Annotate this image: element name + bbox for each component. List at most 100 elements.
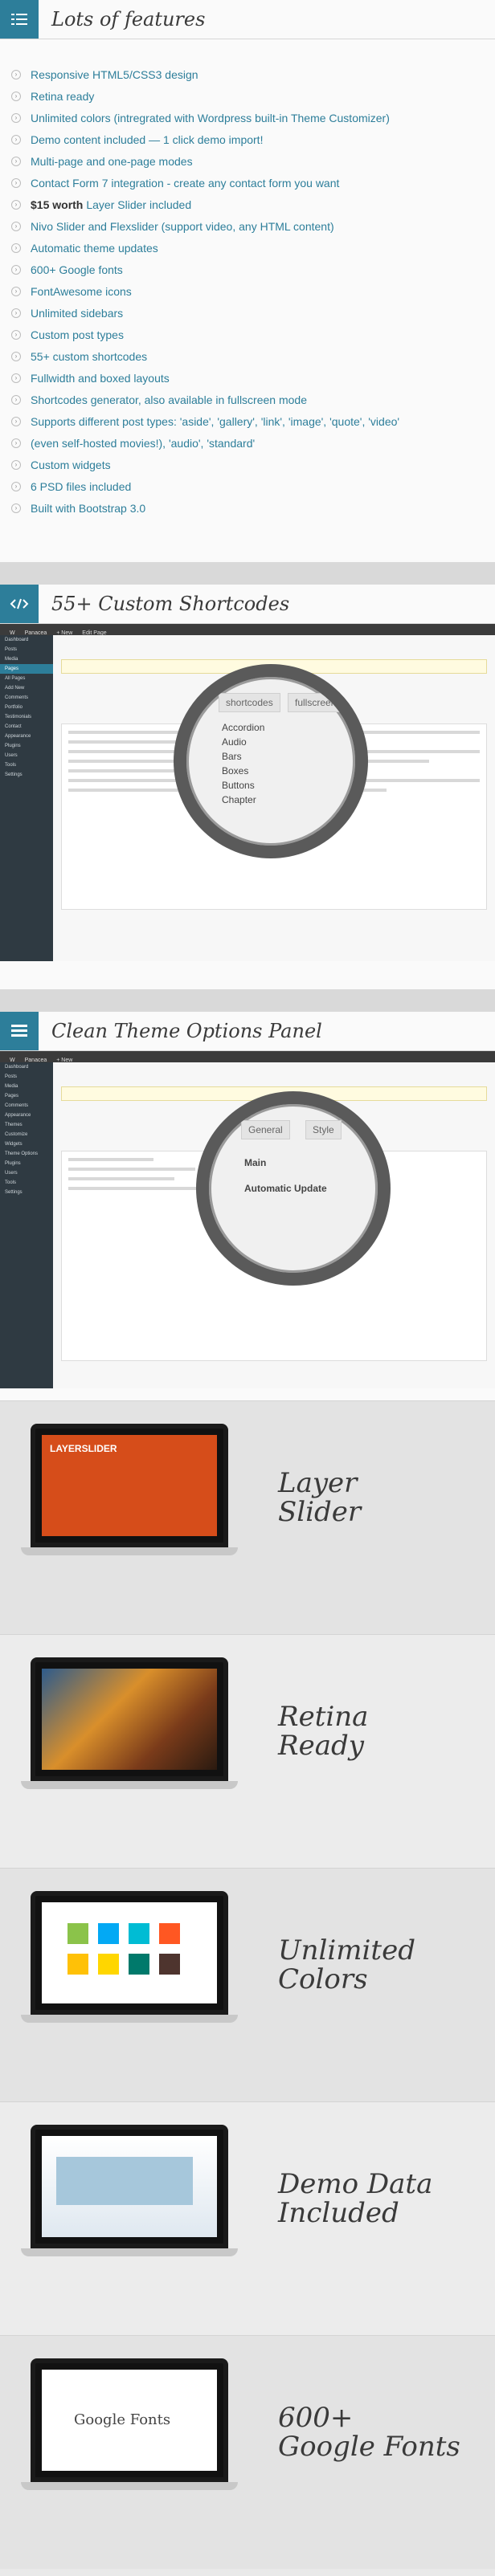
promo-title: Unlimited Colors xyxy=(278,1936,415,1994)
options-header: Clean Theme Options Panel xyxy=(0,1012,495,1051)
feature-item: › $15 worth Layer Slider included xyxy=(11,194,495,215)
demo-hero xyxy=(56,2157,193,2205)
promo-title-line1: Retina xyxy=(278,1701,369,1733)
options-item[interactable]: Main xyxy=(209,1154,378,1168)
promo-title-line2: Ready xyxy=(278,1730,364,1762)
bullet-icon: › xyxy=(11,308,21,318)
bullet-icon: › xyxy=(11,156,21,166)
bullet-icon: › xyxy=(11,416,21,426)
magnifier-inner: shortcodes fullscreen Accordion Audio Ba… xyxy=(186,677,355,846)
feature-text: Responsive HTML5/CSS3 design xyxy=(31,67,198,81)
promo-title-line1: Demo Data xyxy=(278,2168,433,2200)
bullet-icon: › xyxy=(11,264,21,275)
shortcode-item[interactable]: Accordion xyxy=(186,719,355,733)
feature-item: › Built with Bootstrap 3.0 xyxy=(11,497,495,519)
features-title: Lots of features xyxy=(51,8,206,31)
laptop-screen xyxy=(31,2125,228,2248)
feature-text: Retina ready xyxy=(31,89,95,103)
feature-item: › Multi-page and one-page modes xyxy=(11,150,495,172)
feature-text: Supports different post types: 'aside', … xyxy=(31,414,400,428)
bullet-icon: › xyxy=(11,438,21,448)
shortcode-item[interactable]: Chapter xyxy=(186,791,355,805)
feature-item: › Responsive HTML5/CSS3 design xyxy=(11,63,495,85)
laptop-screen: Google Fonts xyxy=(31,2358,228,2482)
feature-text: Unlimited colors (intregrated with Wordp… xyxy=(31,111,390,124)
magnifier-inner: General Style Main Automatic Update xyxy=(209,1104,378,1273)
promo-title-line2: Google Fonts xyxy=(278,2431,460,2463)
color-swatch xyxy=(129,1954,149,1975)
bullet-icon: › xyxy=(11,243,21,253)
bullet-icon: › xyxy=(11,134,21,145)
promo-section: Unlimited Colors xyxy=(0,1868,495,2101)
bullet-icon: › xyxy=(11,199,21,210)
wp-admin-sidebar: Dashboard Posts Media Pages All Pages Add New… xyxy=(0,635,53,961)
feature-item: › FontAwesome icons xyxy=(11,280,495,302)
shortcodes-section: 55+ Custom Shortcodes W Panacea + New Edit … xyxy=(0,585,495,989)
bullet-icon: › xyxy=(11,69,21,79)
bullet-icon: › xyxy=(11,177,21,188)
laptop: LAYERSLIDER xyxy=(21,1424,238,1555)
feature-item: › Unlimited colors (intregrated with Word… xyxy=(11,107,495,128)
options-title: Clean Theme Options Panel xyxy=(51,1020,322,1042)
feature-text: Unlimited sidebars xyxy=(31,306,124,320)
style-tab[interactable]: Style xyxy=(305,1120,342,1139)
options-item[interactable]: Automatic Update xyxy=(209,1168,378,1194)
shortcodes-title: 55+ Custom Shortcodes xyxy=(51,593,290,615)
fullscreen-tab[interactable]: fullscreen xyxy=(288,693,344,712)
options-section: Clean Theme Options Panel W Panacea + New … xyxy=(0,1012,495,1400)
section-gap xyxy=(0,562,495,585)
bullet-icon: › xyxy=(11,286,21,296)
feature-item: › Custom widgets xyxy=(11,454,495,475)
feature-text: Custom widgets xyxy=(31,458,111,471)
feature-prefix: $15 worth xyxy=(31,198,84,211)
wp-editor-screenshot: W Panacea + New Edit Page Dashboard Posts Med… xyxy=(0,624,495,961)
feature-item: › Shortcodes generator, also available in… xyxy=(11,389,495,410)
shortcode-item[interactable]: Buttons xyxy=(186,776,355,791)
color-swatch xyxy=(98,1954,119,1975)
list-icon xyxy=(0,0,39,39)
display xyxy=(42,1902,217,2003)
bullet-icon: › xyxy=(11,112,21,123)
laptop xyxy=(21,1891,238,2023)
shortcode-item[interactable]: Boxes xyxy=(186,762,355,776)
feature-item: › Automatic theme updates xyxy=(11,237,495,259)
promo-section: Retina Ready xyxy=(0,1634,495,1868)
wp-admin-sidebar: Dashboard Posts Media Pages Comments Appearan… xyxy=(0,1062,53,1388)
feature-item: › 55+ custom shortcodes xyxy=(11,345,495,367)
feature-text: Layer Slider included xyxy=(86,198,192,211)
promo-title-line2: Colors xyxy=(278,1963,368,1995)
google-fonts-logo: Google Fonts xyxy=(74,2411,171,2428)
laptop-base xyxy=(21,2482,238,2490)
feature-text: Nivo Slider and Flexslider (support vide… xyxy=(31,219,334,233)
feature-item: › Nivo Slider and Flexslider (support vid… xyxy=(11,215,495,237)
shortcodes-screenshot: W Panacea + New Edit Page Dashboard Posts Med… xyxy=(0,624,495,961)
section-gap xyxy=(0,989,495,1012)
feature-text: Multi-page and one-page modes xyxy=(31,154,193,168)
laptop-screen xyxy=(31,1657,228,1781)
shortcode-item[interactable]: Bars xyxy=(186,748,355,762)
bullet-icon: › xyxy=(11,459,21,470)
feature-item: › 600+ Google fonts xyxy=(11,259,495,280)
feature-item: › Contact Form 7 integration - create any… xyxy=(11,172,495,194)
laptop-base xyxy=(21,1781,238,1789)
layer-slider-label: LAYERSLIDER xyxy=(50,1443,117,1454)
color-swatch xyxy=(68,1954,88,1975)
wp-options-screenshot: W Panacea + New Dashboard Posts Media Pages Co… xyxy=(0,1051,495,1388)
bullet-icon: › xyxy=(11,329,21,340)
features-header: Lots of features xyxy=(0,0,495,39)
general-tab[interactable]: General xyxy=(241,1120,290,1139)
promo-title-line1: 600+ xyxy=(278,2402,354,2434)
laptop: Google Fonts xyxy=(21,2358,238,2490)
feature-item: › Demo content included — 1 click demo im… xyxy=(11,128,495,150)
shortcode-item[interactable]: Audio xyxy=(186,733,355,748)
color-swatch xyxy=(98,1923,119,1944)
feature-text: 6 PSD files included xyxy=(31,479,132,493)
color-swatch xyxy=(159,1923,180,1944)
promos: LAYERSLIDER Layer Slider Retina Ready Unlimit… xyxy=(0,1400,495,2569)
promo-title: Retina Ready xyxy=(278,1702,368,1760)
display xyxy=(42,2136,217,2237)
shortcodes-header: 55+ Custom Shortcodes xyxy=(0,585,495,624)
feature-text: Automatic theme updates xyxy=(31,241,158,255)
shortcodes-tab[interactable]: shortcodes xyxy=(219,693,280,712)
laptop-base xyxy=(21,2015,238,2023)
